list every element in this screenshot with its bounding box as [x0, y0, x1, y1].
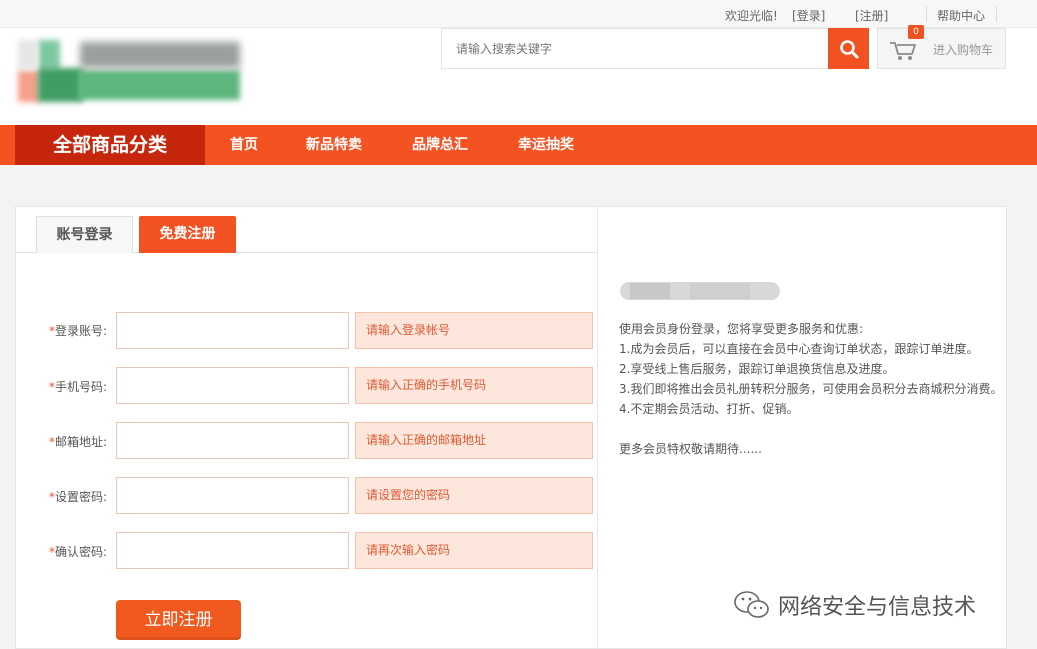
cart-label: 进入购物车 [933, 43, 994, 57]
login-account-label: 登录账号: [55, 324, 108, 338]
panel-divider [597, 206, 598, 649]
info-item: 2.享受线上售后服务，跟踪订单退换货信息及进度。 [619, 362, 895, 376]
search-input[interactable] [442, 29, 828, 68]
nav-link-brands[interactable]: 品牌总汇 [412, 125, 468, 165]
confirm-password-hint: 请再次输入密码 [355, 532, 593, 569]
wechat-icon [734, 591, 769, 618]
info-more: 更多会员特权敬请期待...... [619, 442, 762, 456]
search-button[interactable] [828, 28, 869, 69]
info-intro: 使用会员身份登录，您将享受更多服务和优惠: [619, 322, 864, 336]
field-label: *邮箱地址: [49, 433, 115, 450]
confirm-password-input[interactable] [116, 532, 349, 569]
tab-account-login[interactable]: 账号登录 [36, 216, 133, 253]
tab-free-register[interactable]: 免费注册 [139, 216, 236, 253]
password-input[interactable] [116, 477, 349, 514]
cart-icon [890, 42, 916, 60]
login-link[interactable]: [登录] [792, 7, 825, 24]
email-hint: 请输入正确的邮箱地址 [355, 422, 593, 459]
email-input[interactable] [116, 422, 349, 459]
confirm-password-label: 确认密码: [55, 545, 108, 559]
login-account-hint: 请输入登录帐号 [355, 312, 593, 349]
top-bar: 欢迎光临! [登录] [注册] 帮助中心 [0, 0, 1037, 28]
info-item: 3.我们即将推出会员礼册转积分服务，可使用会员积分去商城积分消费。 [619, 382, 1003, 396]
field-label: *设置密码: [49, 488, 115, 505]
register-submit-button[interactable]: 立即注册 [116, 600, 241, 640]
nav-link-new-sale[interactable]: 新品特卖 [306, 125, 362, 165]
search-icon [839, 39, 858, 58]
help-center-link[interactable]: 帮助中心 [937, 7, 985, 24]
field-label: *手机号码: [49, 378, 115, 395]
field-label: *登录账号: [49, 322, 115, 339]
cart-count-badge: 0 [908, 25, 924, 39]
password-label: 设置密码: [55, 490, 108, 504]
register-link[interactable]: [注册] [855, 7, 888, 24]
welcome-text: 欢迎光临! [725, 9, 778, 23]
watermark-text: 网络安全与信息技术 [778, 595, 977, 620]
login-account-input[interactable] [116, 312, 349, 349]
watermark: 网络安全与信息技术 [732, 585, 976, 625]
main-nav: 全部商品分类 首页 新品特卖 品牌总汇 幸运抽奖 [0, 125, 1037, 165]
info-item: 1.成为会员后，可以直接在会员中心查询订单状态，跟踪订单进度。 [619, 342, 979, 356]
phone-input[interactable] [116, 367, 349, 404]
email-label: 邮箱地址: [55, 435, 108, 449]
topbar-divider [926, 6, 927, 22]
info-title-blurred [620, 281, 780, 301]
phone-hint: 请输入正确的手机号码 [355, 367, 593, 404]
password-hint: 请设置您的密码 [355, 477, 593, 514]
phone-label: 手机号码: [55, 380, 108, 394]
nav-link-lottery[interactable]: 幸运抽奖 [518, 125, 574, 165]
topbar-divider [996, 6, 997, 22]
site-logo[interactable] [18, 40, 240, 102]
all-categories-button[interactable]: 全部商品分类 [15, 125, 205, 165]
nav-link-home[interactable]: 首页 [230, 125, 258, 165]
field-label: *确认密码: [49, 543, 115, 560]
cart-button[interactable]: 0 进入购物车 [877, 25, 1006, 69]
info-item: 4.不定期会员活动、打折、促销。 [619, 402, 799, 416]
search-box [441, 28, 829, 69]
